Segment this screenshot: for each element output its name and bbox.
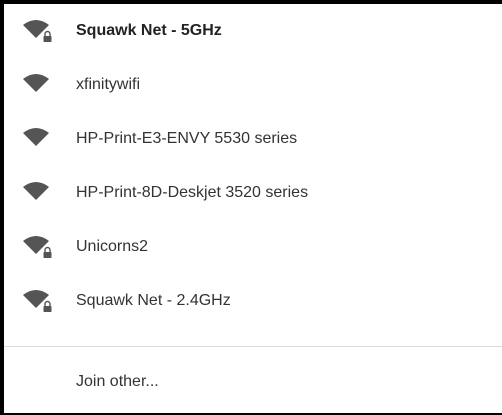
network-name: xfinitywifi	[76, 76, 141, 93]
network-name: HP-Print-8D-Deskjet 3520 series	[76, 184, 309, 201]
network-item-unicorns2[interactable]: Unicorns2	[4, 220, 502, 274]
menu-divider	[4, 346, 502, 347]
network-item-hp-print-8d-deskjet[interactable]: HP-Print-8D-Deskjet 3520 series	[4, 166, 502, 220]
wifi-icon	[21, 180, 55, 206]
network-item-xfinitywifi[interactable]: xfinitywifi	[4, 58, 502, 112]
wifi-icon	[21, 126, 55, 152]
network-name: Squawk Net - 2.4GHz	[76, 292, 231, 309]
join-other-label: Join other...	[76, 373, 159, 390]
network-name: Unicorns2	[76, 238, 149, 255]
wifi-network-menu: Squawk Net - 5GHz xfinitywifi HP-Print-E…	[4, 4, 502, 413]
wifi-locked-icon	[21, 234, 55, 260]
network-name: HP-Print-E3-ENVY 5530 series	[76, 130, 298, 147]
network-item-hp-print-e3-envy[interactable]: HP-Print-E3-ENVY 5530 series	[4, 112, 502, 166]
wifi-icon	[21, 72, 55, 98]
wifi-locked-icon	[21, 18, 55, 44]
wifi-locked-icon	[21, 288, 55, 314]
join-other-network-button[interactable]: Join other...	[4, 356, 502, 408]
network-list: Squawk Net - 5GHz xfinitywifi HP-Print-E…	[4, 4, 502, 328]
network-item-squawk-net-5ghz[interactable]: Squawk Net - 5GHz	[4, 4, 502, 58]
network-name: Squawk Net - 5GHz	[76, 22, 222, 39]
network-item-squawk-net-24ghz[interactable]: Squawk Net - 2.4GHz	[4, 274, 502, 328]
